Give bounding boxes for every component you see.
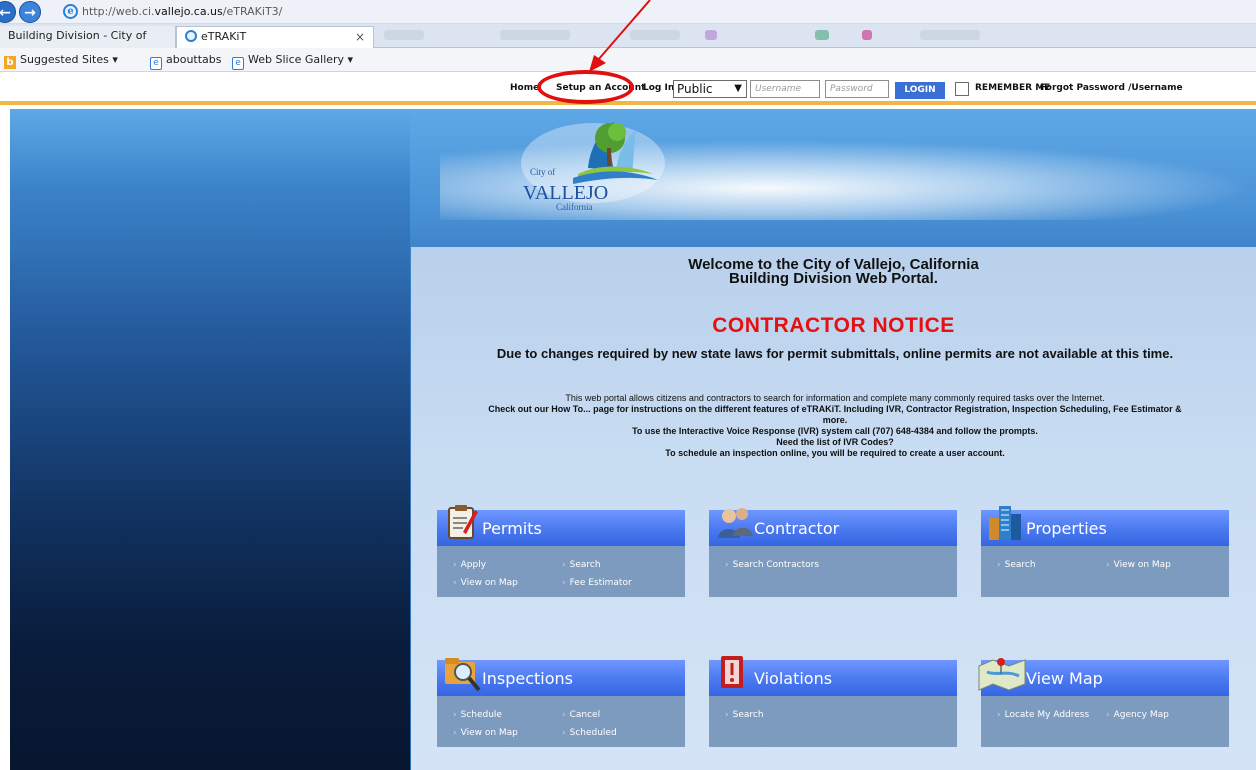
favorite-label: Web Slice Gallery ▾ — [248, 53, 354, 66]
contractor-notice-body: Due to changes required by new state law… — [496, 346, 1174, 361]
logo-city-of: City of — [530, 167, 555, 177]
tile-violations: Violations Search — [709, 656, 957, 747]
address-bar: ← → e http://web.ci.vallejo.ca.us/eTRAKi… — [0, 0, 1256, 24]
url-domain: vallejo.ca.us — [154, 5, 223, 18]
buildings-icon — [989, 506, 1021, 540]
login-label: Log In — [643, 83, 675, 93]
map-icon — [978, 658, 1026, 691]
locate-my-address-link[interactable]: Locate My Address — [997, 710, 1090, 720]
permits-search-link[interactable]: Search — [562, 560, 601, 570]
tab-etrakit[interactable]: eTRAKiT × — [176, 26, 374, 48]
permits-fee-estimator-link[interactable]: Fee Estimator — [562, 578, 632, 588]
tile-title[interactable]: View Map — [1026, 669, 1103, 688]
permits-view-on-map-link[interactable]: View on Map — [453, 578, 518, 588]
tile-title[interactable]: Properties — [1026, 519, 1107, 538]
bing-icon: b — [4, 56, 16, 69]
blurred-tab — [705, 30, 717, 40]
home-link[interactable]: Home — [510, 83, 539, 93]
ie-tab-icon — [185, 30, 197, 42]
blurred-tab — [500, 30, 570, 40]
annotation-circle — [537, 70, 634, 104]
info-line: To schedule an inspection online, you wi… — [665, 448, 1005, 458]
tile-properties: Properties Search View on Map — [981, 506, 1229, 597]
favorite-label: Suggested Sites ▾ — [20, 53, 118, 66]
chevron-down-icon: ▼ — [734, 83, 742, 94]
username-input[interactable]: Username — [750, 80, 820, 98]
inspections-schedule-link[interactable]: Schedule — [453, 710, 502, 720]
folder-magnifier-icon — [445, 658, 481, 692]
agency-map-link[interactable]: Agency Map — [1106, 710, 1169, 720]
properties-view-on-map-link[interactable]: View on Map — [1106, 560, 1171, 570]
clipboard-icon — [448, 505, 478, 539]
password-input[interactable]: Password — [825, 80, 889, 98]
favorite-abouttabs[interactable]: e abouttabs — [150, 53, 222, 70]
properties-search-link[interactable]: Search — [997, 560, 1036, 570]
portal-info: This web portal allows citizens and cont… — [480, 393, 1190, 459]
tile-title[interactable]: Inspections — [482, 669, 573, 688]
inspections-cancel-link[interactable]: Cancel — [562, 710, 601, 720]
blurred-tab — [920, 30, 980, 40]
logo-california: California — [556, 202, 593, 212]
tab-bar: Building Division - City of Valle... eTR… — [0, 24, 1256, 62]
login-type-value: Public — [677, 82, 713, 96]
ivr-codes-link[interactable]: Need the list of IVR Codes? — [480, 437, 1190, 448]
contractor-notice-title: CONTRACTOR NOTICE — [712, 314, 955, 337]
violations-search-link[interactable]: Search — [725, 710, 764, 720]
tile-title[interactable]: Contractor — [754, 519, 839, 538]
username-placeholder: Username — [755, 84, 802, 94]
back-button[interactable]: ← — [0, 1, 16, 23]
favorite-label: abouttabs — [166, 53, 222, 66]
info-line: This web portal allows citizens and cont… — [565, 393, 1105, 403]
login-type-select[interactable]: Public ▼ — [673, 80, 747, 98]
welcome-heading: Welcome to the City of Vallejo, Californ… — [411, 257, 1256, 287]
logo-vallejo: VALLEJO — [523, 182, 608, 204]
inspections-scheduled-link[interactable]: Scheduled — [562, 728, 617, 738]
permits-apply-link[interactable]: Apply — [453, 560, 486, 570]
blurred-tab — [630, 30, 680, 40]
tile-inspections: Inspections Schedule Cancel View on Map … — [437, 658, 685, 747]
tile-view-map: View Map Locate My Address Agency Map — [978, 658, 1229, 747]
blurred-tab — [815, 30, 829, 40]
url-field[interactable]: http://web.ci.vallejo.ca.us/eTRAKiT3/ — [82, 5, 282, 18]
password-placeholder: Password — [830, 84, 873, 94]
favorite-web-slice-gallery[interactable]: e Web Slice Gallery ▾ — [232, 53, 353, 70]
forward-button[interactable]: → — [19, 1, 41, 23]
login-button[interactable]: LOGIN — [895, 82, 945, 99]
welcome-line2: Building Division Web Portal. — [729, 270, 938, 287]
vallejo-logo: City of VALLEJO California — [521, 122, 665, 212]
tab-label: eTRAKiT — [201, 30, 247, 43]
tile-title[interactable]: Permits — [482, 519, 542, 538]
blurred-tab — [384, 30, 424, 40]
tile-permits: Permits Apply Search View on Map Fee Est… — [437, 505, 685, 597]
info-howto[interactable]: Check out our How To... page for instruc… — [480, 404, 1190, 426]
left-gradient-panel — [10, 109, 410, 770]
violation-book-icon — [721, 656, 743, 688]
favorite-suggested-sites[interactable]: b Suggested Sites ▾ — [4, 53, 118, 69]
page-icon: e — [232, 57, 244, 70]
page: ← → e http://web.ci.vallejo.ca.us/eTRAKi… — [0, 0, 1256, 770]
tile-contractor: Contractor Search Contractors — [709, 508, 957, 597]
blurred-tab — [862, 30, 872, 40]
ie-page-icon: e — [63, 4, 78, 19]
page-icon: e — [150, 57, 162, 70]
favorites-bar: b Suggested Sites ▾ e abouttabs e Web Slice… — [0, 48, 1256, 72]
info-ivr: To use the Interactive Voice Response (I… — [632, 426, 1038, 436]
forgot-password-link[interactable]: Forgot Password /Username — [1040, 83, 1183, 93]
remember-me-checkbox[interactable] — [955, 82, 969, 96]
tab-close-icon[interactable]: × — [355, 27, 365, 47]
tile-title[interactable]: Violations — [754, 669, 832, 688]
people-icon — [718, 508, 753, 538]
inspections-view-on-map-link[interactable]: View on Map — [453, 728, 518, 738]
url-prefix: http://web.ci. — [82, 5, 155, 18]
search-contractors-link[interactable]: Search Contractors — [725, 560, 819, 570]
url-suffix: /eTRAKiT3/ — [222, 5, 283, 18]
tab-building-division[interactable]: Building Division - City of Valle... — [0, 26, 176, 62]
